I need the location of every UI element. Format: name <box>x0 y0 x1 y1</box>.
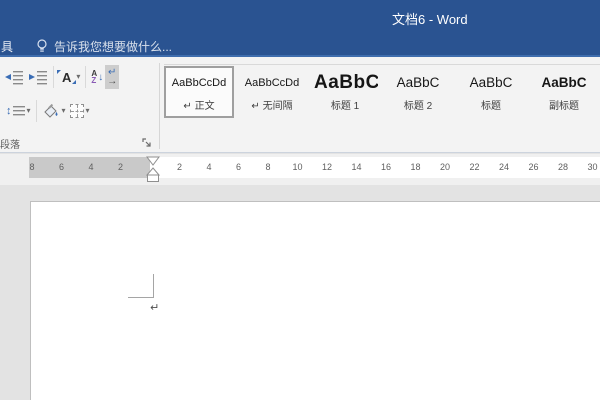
style-label: ↵ 正文 <box>183 101 215 112</box>
style-label: 标题 1 <box>330 101 360 112</box>
style-item-no-spacing[interactable]: AaBbCcDd ↵ 无间隔 <box>237 66 307 118</box>
style-preview: AaBbCcDd <box>244 76 300 89</box>
style-item-title[interactable]: AaBbC 标题 <box>456 66 526 118</box>
paragraph-group-label: 段落 <box>0 140 20 151</box>
margin-crop-mark-vertical <box>153 274 154 297</box>
borders-icon <box>69 104 84 118</box>
show-hide-marks-icon: ↵ → <box>107 67 118 87</box>
show-hide-marks-button[interactable]: ↵ → <box>105 65 120 89</box>
increase-indent-icon <box>29 71 47 85</box>
ruler-number: 2 <box>117 162 124 172</box>
word-window: 文档6 - Word 具 告诉我您想要做什么... A ▾ A Z ↓ ↵ → … <box>0 0 600 400</box>
style-label: 副标题 <box>549 101 579 112</box>
paragraph-group-row1: A ▾ A Z ↓ ↵ → <box>2 65 120 89</box>
sort-button[interactable]: A Z ↓ <box>89 65 105 89</box>
style-preview: AaBbC <box>541 75 587 90</box>
ruler-number: 18 <box>410 162 421 172</box>
ruler-number: 14 <box>351 162 362 172</box>
style-label: ↵ 无间隔 <box>251 101 293 112</box>
shading-button[interactable]: ▾ <box>40 99 68 123</box>
tell-me-label: 告诉我您想要做什么... <box>54 39 173 54</box>
sort-icon: A Z ↓ <box>91 69 104 85</box>
ruler-number: 20 <box>439 162 451 172</box>
ruler-number: 30 <box>587 162 598 172</box>
chevron-down-icon: ▾ <box>61 106 66 115</box>
asian-layout-button[interactable]: A ▾ <box>57 65 82 89</box>
document-area: ↵ <box>0 185 600 400</box>
style-label: 标题 2 <box>403 101 433 112</box>
ruler-number: 12 <box>321 162 333 172</box>
tab-partial[interactable]: 具 <box>1 38 13 55</box>
ruler-number: 26 <box>528 162 539 172</box>
group-separator <box>159 63 160 149</box>
ribbon: A ▾ A Z ↓ ↵ → ↕ ▾ ▾ ▾ 段落 AaBbCcDd ↵ 正文 A… <box>0 57 600 153</box>
ruler-number: 6 <box>58 162 65 172</box>
style-item-heading2[interactable]: AaBbC 标题 2 <box>383 66 453 118</box>
asian-layout-icon: A <box>57 69 77 85</box>
borders-button[interactable]: ▾ <box>68 99 92 123</box>
window-title: 文档6 - Word <box>392 12 468 27</box>
shading-icon <box>43 103 58 118</box>
separator <box>53 66 54 88</box>
document-page[interactable] <box>30 201 600 400</box>
style-item-heading1[interactable]: AaBbCc 标题 1 <box>310 66 380 118</box>
horizontal-ruler[interactable]: 8 6 4 2 2 4 6 8 10 12 14 16 18 20 22 24 … <box>0 154 600 185</box>
paragraph-group-row2: ↕ ▾ ▾ ▾ <box>4 99 92 123</box>
ruler-number: 28 <box>557 162 569 172</box>
increase-indent-button[interactable] <box>26 65 50 89</box>
ruler-number: 16 <box>380 162 392 172</box>
paragraph-mark: ↵ <box>150 302 160 314</box>
chevron-down-icon: ▾ <box>85 106 90 115</box>
margin-crop-mark-horizontal <box>128 297 154 298</box>
separator <box>85 66 87 88</box>
style-preview: AaBbC <box>469 75 513 90</box>
title-bar: 文档6 - Word <box>0 0 600 35</box>
ruler-number: 4 <box>206 162 212 172</box>
ruler-number: 22 <box>469 162 480 172</box>
ruler-number: 6 <box>235 162 242 172</box>
paragraph-dialog-launcher[interactable] <box>142 138 153 149</box>
style-item-normal[interactable]: AaBbCcDd ↵ 正文 <box>164 66 234 118</box>
style-gallery: AaBbCcDd ↵ 正文 AaBbCcDd ↵ 无间隔 AaBbCc 标题 1… <box>164 64 600 122</box>
style-item-subtitle[interactable]: AaBbC 副标题 <box>529 66 599 118</box>
ruler-number: 8 <box>265 162 271 172</box>
ruler-number: 4 <box>88 162 94 172</box>
decrease-indent-button[interactable] <box>2 65 26 89</box>
ruler-number: 24 <box>498 162 510 172</box>
style-preview: AaBbCcDd <box>171 76 227 89</box>
style-preview: AaBbCc <box>314 71 378 93</box>
ruler-number: 8 <box>29 162 35 172</box>
ribbon-tab-row: 具 告诉我您想要做什么... <box>0 35 600 57</box>
separator <box>35 100 37 122</box>
lightbulb-icon <box>37 38 47 52</box>
line-spacing-lines <box>12 106 25 116</box>
decrease-indent-icon <box>5 71 23 85</box>
style-preview: AaBbC <box>396 75 440 90</box>
tell-me-box[interactable]: 告诉我您想要做什么... <box>36 37 172 55</box>
hanging-indent-marker[interactable] <box>146 167 160 183</box>
chevron-down-icon: ▾ <box>76 72 81 81</box>
first-line-indent-marker[interactable] <box>146 156 160 166</box>
ruler-number: 10 <box>292 162 303 172</box>
line-spacing-button[interactable]: ↕ ▾ <box>4 99 33 123</box>
line-spacing-icon: ↕ <box>6 105 12 117</box>
style-label: 标题 <box>481 101 501 112</box>
ruler-number: 2 <box>176 162 183 172</box>
chevron-down-icon: ▾ <box>26 106 31 115</box>
